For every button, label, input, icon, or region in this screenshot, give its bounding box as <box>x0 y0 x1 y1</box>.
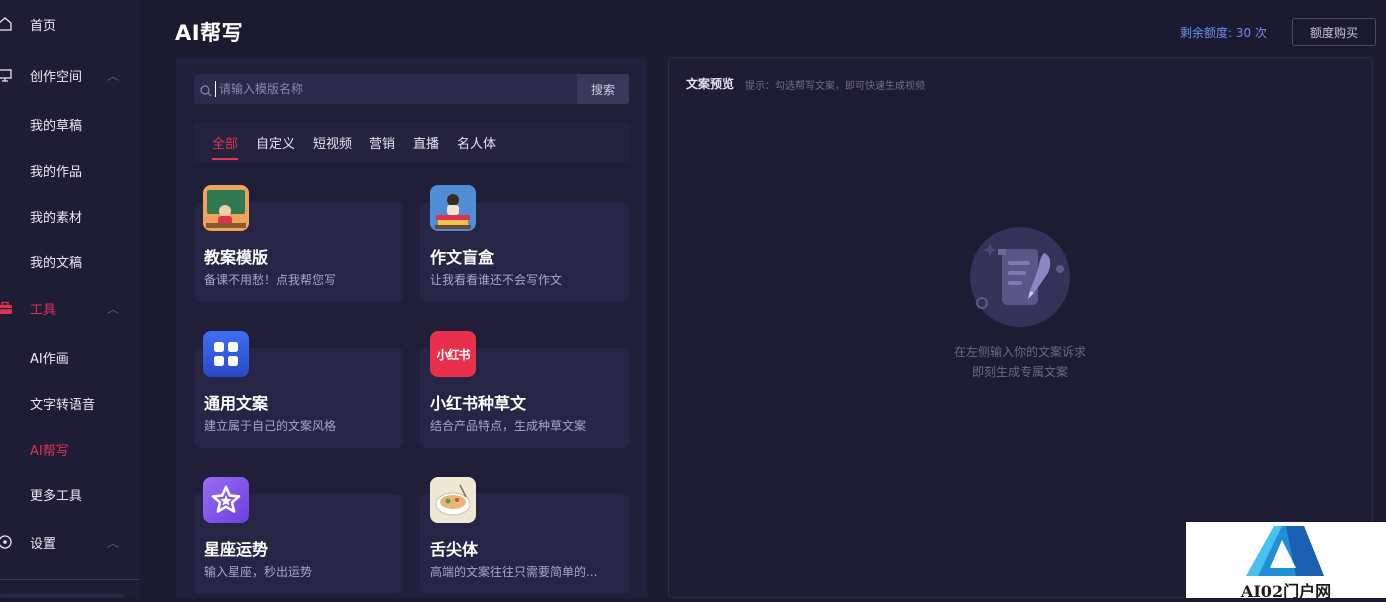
nav-home[interactable]: 首页 <box>0 4 139 44</box>
nav-ai-drawing[interactable]: AI作画 <box>0 337 139 377</box>
card-description: 备课不用愁！点我帮您写 <box>204 273 337 287</box>
nav-my-drafts-label: 我的草稿 <box>30 118 83 134</box>
search-icon <box>200 82 212 97</box>
books-reading-icon <box>430 185 476 231</box>
search-box <box>194 74 577 104</box>
star-icon <box>203 477 249 523</box>
card-description: 建立属于自己的文案风格 <box>204 419 337 433</box>
nav-my-drafts[interactable]: 我的草稿 <box>0 104 139 144</box>
empty-document-quill-icon <box>968 225 1072 329</box>
active-tab-indicator <box>212 158 238 160</box>
toolbox-icon <box>0 300 13 316</box>
xiaohongshu-logo-icon: 小红书 <box>430 331 476 377</box>
classroom-teacher-icon <box>203 185 249 231</box>
sidebar: 首页 创作空间 ︿ 我的草稿 我的作品 我的素材 我的文稿 工具 ︿ AI作画 … <box>0 0 139 598</box>
chevron-up-icon: ︿ <box>107 538 119 550</box>
nav-my-manuscripts-label: 我的文稿 <box>30 255 83 271</box>
site-watermark: AI02门户网 <box>1186 522 1386 601</box>
tab-custom[interactable]: 自定义 <box>256 133 295 152</box>
food-bowl-icon <box>430 477 476 523</box>
tab-marketing[interactable]: 营销 <box>369 133 395 152</box>
preview-hint: 提示：勾选帮写文案，即可快速生成视频 <box>745 81 925 92</box>
page-title: AI帮写 <box>175 21 244 45</box>
sidebar-scrollbar[interactable] <box>0 594 124 598</box>
nav-my-manuscripts[interactable]: 我的文稿 <box>0 241 139 281</box>
buy-quota-button[interactable]: 额度购买 <box>1292 18 1376 46</box>
settings-icon <box>0 534 13 550</box>
sidebar-divider <box>0 579 139 580</box>
chevron-up-icon: ︿ <box>107 304 119 316</box>
nav-my-works-label: 我的作品 <box>30 164 83 180</box>
card-title: 作文盲盒 <box>430 248 495 267</box>
tab-short-video[interactable]: 短视频 <box>313 133 352 152</box>
tab-celebrity-style[interactable]: 名人体 <box>457 133 496 152</box>
tab-livestream[interactable]: 直播 <box>413 133 439 152</box>
card-title: 教案模版 <box>204 248 269 267</box>
template-search-input[interactable] <box>217 74 567 104</box>
nav-more-tools[interactable]: 更多工具 <box>0 474 139 514</box>
card-description: 输入星座，秒出运势 <box>204 565 313 579</box>
empty-state-line2: 即刻生成专属文案 <box>971 365 1068 379</box>
category-tabs: 全部 自定义 短视频 营销 直播 名人体 <box>194 122 629 162</box>
nav-text-to-speech-label: 文字转语音 <box>30 397 96 413</box>
watermark-text: AI02门户网 <box>1240 582 1332 601</box>
nav-workspace-label: 创作空间 <box>30 69 83 85</box>
nav-workspace[interactable]: 创作空间 ︿ <box>0 55 139 95</box>
quota-remaining: 剩余额度: 30 次 <box>1180 26 1267 40</box>
card-title: 星座运势 <box>204 540 269 559</box>
nav-my-materials-label: 我的素材 <box>30 210 83 226</box>
xiaohongshu-logo-text: 小红书 <box>436 347 470 362</box>
tab-all[interactable]: 全部 <box>212 133 238 152</box>
nav-my-materials[interactable]: 我的素材 <box>0 196 139 236</box>
card-description: 高端的文案往往只需要简单的... <box>430 565 598 579</box>
home-icon <box>0 16 13 32</box>
nav-tools[interactable]: 工具 ︿ <box>0 288 139 328</box>
nav-settings-label: 设置 <box>30 536 57 552</box>
nav-settings[interactable]: 设置 ︿ <box>0 522 139 562</box>
nav-home-label: 首页 <box>30 18 57 34</box>
nav-tools-label: 工具 <box>30 302 57 318</box>
card-description: 结合产品特点，生成种草文案 <box>430 419 587 433</box>
nav-ai-drawing-label: AI作画 <box>30 351 69 367</box>
grid-apps-icon <box>203 331 249 377</box>
text-caret <box>215 81 216 97</box>
preview-title: 文案预览 <box>686 77 735 91</box>
monitor-icon <box>0 67 13 83</box>
nav-text-to-speech[interactable]: 文字转语音 <box>0 383 139 423</box>
nav-ai-writing[interactable]: AI帮写 <box>0 429 139 469</box>
nav-ai-writing-label: AI帮写 <box>30 443 69 459</box>
chevron-up-icon: ︿ <box>107 71 119 83</box>
watermark-logo-icon <box>1246 526 1324 576</box>
empty-state-line1: 在左侧输入你的文案诉求 <box>953 345 1086 359</box>
card-description: 让我看看谁还不会写作文 <box>430 273 563 287</box>
card-title: 舌尖体 <box>430 540 479 559</box>
nav-my-works[interactable]: 我的作品 <box>0 150 139 190</box>
card-title: 小红书种草文 <box>430 394 527 413</box>
nav-more-tools-label: 更多工具 <box>30 488 83 504</box>
search-button[interactable]: 搜索 <box>577 74 629 104</box>
card-title: 通用文案 <box>204 394 269 413</box>
